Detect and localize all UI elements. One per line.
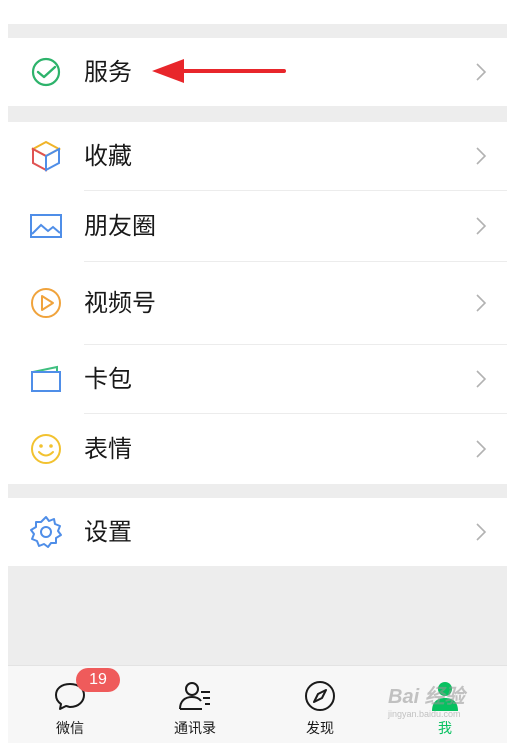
tab-label: 发现 <box>306 721 334 737</box>
chevron-right-icon <box>475 62 487 82</box>
unread-badge: 19 <box>76 668 120 692</box>
chevron-right-icon <box>475 216 487 236</box>
chevron-right-icon <box>475 522 487 542</box>
channels-play-icon <box>28 285 64 321</box>
contacts-icon <box>177 678 213 714</box>
chevron-right-icon <box>475 439 487 459</box>
tab-discover[interactable]: 发现 <box>258 666 382 743</box>
gear-icon <box>28 514 64 550</box>
menu-item-favorites[interactable]: 收藏 <box>8 122 507 190</box>
menu-item-moments[interactable]: 朋友圈 <box>8 191 507 261</box>
tab-contacts[interactable]: 通讯录 <box>133 666 257 743</box>
moments-picture-icon <box>28 208 64 244</box>
emoji-smile-icon <box>28 431 64 467</box>
annotation-arrow <box>152 59 286 83</box>
tab-label: 我 <box>438 721 452 737</box>
menu-item-cards[interactable]: 卡包 <box>8 345 507 413</box>
menu-item-settings[interactable]: 设置 <box>8 498 507 566</box>
menu-item-label: 卡包 <box>84 365 132 393</box>
watermark-text: Bai 经验 <box>388 686 465 708</box>
settings-group: 设置 <box>8 498 507 566</box>
watermark-logo: Bai 经验 jingyan.baidu.com <box>388 680 498 720</box>
chevron-right-icon <box>475 369 487 389</box>
menu-item-label: 设置 <box>84 518 132 546</box>
watermark-url: jingyan.baidu.com <box>388 709 461 719</box>
me-screen: 服务 收藏 朋友圈 视频号 卡包 表情 设置 19 微信 通讯录 发现 我 Ba… <box>8 0 507 743</box>
features-group: 收藏 朋友圈 视频号 卡包 表情 <box>8 122 507 484</box>
tab-label: 微信 <box>56 721 84 737</box>
chevron-right-icon <box>475 293 487 313</box>
chevron-right-icon <box>475 146 487 166</box>
top-blank-area <box>8 0 507 24</box>
menu-item-label: 收藏 <box>84 142 132 170</box>
menu-item-label: 表情 <box>84 435 132 463</box>
menu-item-stickers[interactable]: 表情 <box>8 414 507 484</box>
compass-icon <box>302 678 338 714</box>
menu-item-label: 服务 <box>84 58 132 86</box>
tab-label: 通讯录 <box>174 721 216 737</box>
card-wallet-icon <box>28 361 64 397</box>
tab-chats[interactable]: 19 微信 <box>8 666 132 743</box>
service-check-icon <box>28 54 64 90</box>
menu-item-channels[interactable]: 视频号 <box>8 262 507 344</box>
menu-item-label: 视频号 <box>84 289 156 317</box>
menu-item-label: 朋友圈 <box>84 212 156 240</box>
favorites-cube-icon <box>28 138 64 174</box>
